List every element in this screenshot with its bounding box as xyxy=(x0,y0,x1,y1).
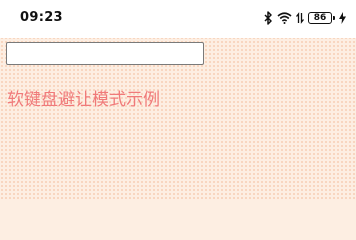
page-title: 软键盘避让模式示例 xyxy=(7,90,160,110)
bluetooth-icon xyxy=(264,11,273,25)
battery-level: 86 xyxy=(313,12,327,23)
wifi-icon xyxy=(277,12,292,24)
data-transfer-icon xyxy=(296,12,304,24)
status-icons: 86 xyxy=(264,9,346,27)
battery-icon: 86 xyxy=(308,12,335,24)
charging-icon xyxy=(339,12,346,24)
status-bar: 09:23 86 xyxy=(0,0,356,38)
status-time: 09:23 xyxy=(20,10,63,25)
text-input-field[interactable] xyxy=(6,42,204,65)
